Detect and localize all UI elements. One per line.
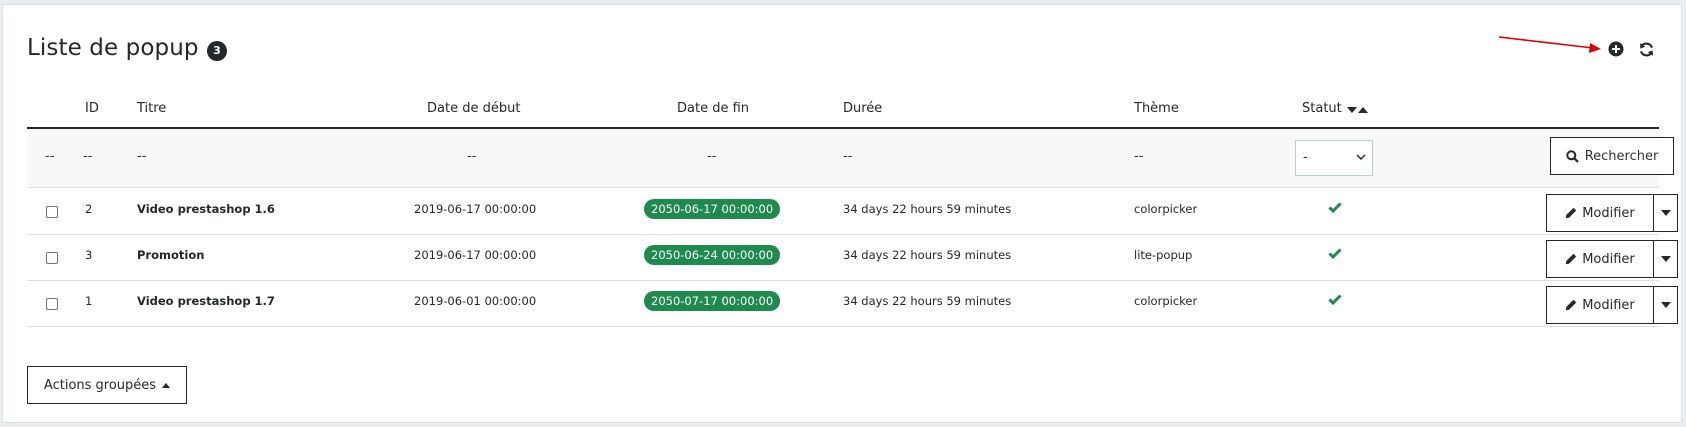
caret-down-icon xyxy=(1660,210,1671,216)
caret-up-icon xyxy=(162,382,171,388)
filter-id[interactable]: -- xyxy=(83,149,92,164)
table-row: 3 Promotion 2019-06-17 00:00:00 2050-06-… xyxy=(27,234,1678,281)
column-start-date[interactable]: Date de début xyxy=(427,101,520,116)
pencil-icon xyxy=(1566,207,1577,219)
column-duration[interactable]: Durée xyxy=(843,101,882,116)
pencil-icon xyxy=(1566,253,1577,265)
row-actions-dropdown[interactable] xyxy=(1654,194,1678,232)
row-title: Video prestashop 1.7 xyxy=(137,294,275,308)
chevron-down-icon xyxy=(1356,154,1366,161)
filter-bulk: -- xyxy=(45,149,55,164)
sort-desc-icon[interactable] xyxy=(1347,106,1357,114)
filter-start-date[interactable]: -- xyxy=(467,149,476,164)
end-date-badge: 2050-06-17 00:00:00 xyxy=(644,199,781,219)
caret-down-icon xyxy=(1660,302,1671,308)
annotation-arrow xyxy=(1498,36,1601,53)
popup-list-panel: Liste de popup 3 ID Titre Date de début … xyxy=(2,4,1682,423)
search-icon xyxy=(1565,149,1579,163)
refresh-icon xyxy=(1639,42,1653,56)
refresh-button[interactable] xyxy=(1635,38,1657,60)
filter-duration[interactable]: -- xyxy=(843,149,852,164)
filter-title[interactable]: -- xyxy=(137,149,146,164)
table-row: 1 Video prestashop 1.7 2019-06-01 00:00:… xyxy=(27,280,1678,327)
row-duration: 34 days 22 hours 59 minutes xyxy=(843,248,1012,262)
status-enabled-icon[interactable] xyxy=(1328,248,1342,259)
filter-theme[interactable]: -- xyxy=(1134,149,1143,164)
add-popup-button[interactable] xyxy=(1605,38,1627,60)
table-header: ID Titre Date de début Date de fin Durée… xyxy=(27,95,1659,129)
page-title: Liste de popup xyxy=(27,35,199,61)
row-duration: 34 days 22 hours 59 minutes xyxy=(843,202,1012,216)
edit-button-label: Modifier xyxy=(1582,205,1635,221)
row-title: Promotion xyxy=(137,248,205,262)
search-button[interactable]: Rechercher xyxy=(1550,137,1674,175)
status-filter-value: - xyxy=(1303,150,1308,165)
status-filter-select[interactable]: - xyxy=(1295,140,1373,176)
row-theme: colorpicker xyxy=(1134,202,1198,216)
bulk-actions-button[interactable]: Actions groupées xyxy=(27,366,187,404)
row-actions: Modifier xyxy=(1546,194,1678,232)
row-id: 3 xyxy=(85,248,93,262)
row-theme: lite-popup xyxy=(1134,248,1193,262)
row-id: 1 xyxy=(85,294,93,308)
plus-circle-icon xyxy=(1608,41,1624,57)
edit-button[interactable]: Modifier xyxy=(1546,240,1654,278)
end-date-badge: 2050-07-17 00:00:00 xyxy=(644,291,781,311)
row-id: 2 xyxy=(85,202,93,216)
search-button-label: Rechercher xyxy=(1584,148,1659,164)
row-actions: Modifier xyxy=(1546,240,1678,278)
row-start-date: 2019-06-01 00:00:00 xyxy=(414,294,537,308)
row-theme: colorpicker xyxy=(1134,294,1198,308)
bulk-actions-label: Actions groupées xyxy=(43,377,157,393)
column-title[interactable]: Titre xyxy=(137,101,166,116)
column-status[interactable]: Statut xyxy=(1302,101,1342,116)
count-badge: 3 xyxy=(207,41,227,61)
row-start-date: 2019-06-17 00:00:00 xyxy=(414,248,537,262)
edit-button[interactable]: Modifier xyxy=(1546,286,1654,324)
column-end-date[interactable]: Date de fin xyxy=(677,101,749,116)
column-theme[interactable]: Thème xyxy=(1134,101,1179,116)
status-enabled-icon[interactable] xyxy=(1328,202,1342,213)
row-start-date: 2019-06-17 00:00:00 xyxy=(414,202,537,216)
filter-end-date[interactable]: -- xyxy=(707,149,716,164)
row-duration: 34 days 22 hours 59 minutes xyxy=(843,294,1012,308)
edit-button-label: Modifier xyxy=(1582,251,1635,267)
status-enabled-icon[interactable] xyxy=(1328,294,1342,305)
pencil-icon xyxy=(1566,299,1577,311)
row-actions-dropdown[interactable] xyxy=(1654,240,1678,278)
sort-asc-icon[interactable] xyxy=(1358,106,1368,114)
row-checkbox[interactable] xyxy=(46,206,58,218)
row-checkbox[interactable] xyxy=(46,298,58,310)
end-date-badge: 2050-06-24 00:00:00 xyxy=(644,245,781,265)
edit-button-label: Modifier xyxy=(1582,297,1635,313)
column-id[interactable]: ID xyxy=(85,101,99,116)
row-actions-dropdown[interactable] xyxy=(1654,286,1678,324)
edit-button[interactable]: Modifier xyxy=(1546,194,1654,232)
row-checkbox[interactable] xyxy=(46,252,58,264)
row-actions: Modifier xyxy=(1546,286,1678,324)
row-title: Video prestashop 1.6 xyxy=(137,202,275,216)
filter-row: -- -- -- -- -- -- -- - Rechercher xyxy=(27,129,1674,188)
table-row: 2 Video prestashop 1.6 2019-06-17 00:00:… xyxy=(27,188,1678,235)
caret-down-icon xyxy=(1660,256,1671,262)
